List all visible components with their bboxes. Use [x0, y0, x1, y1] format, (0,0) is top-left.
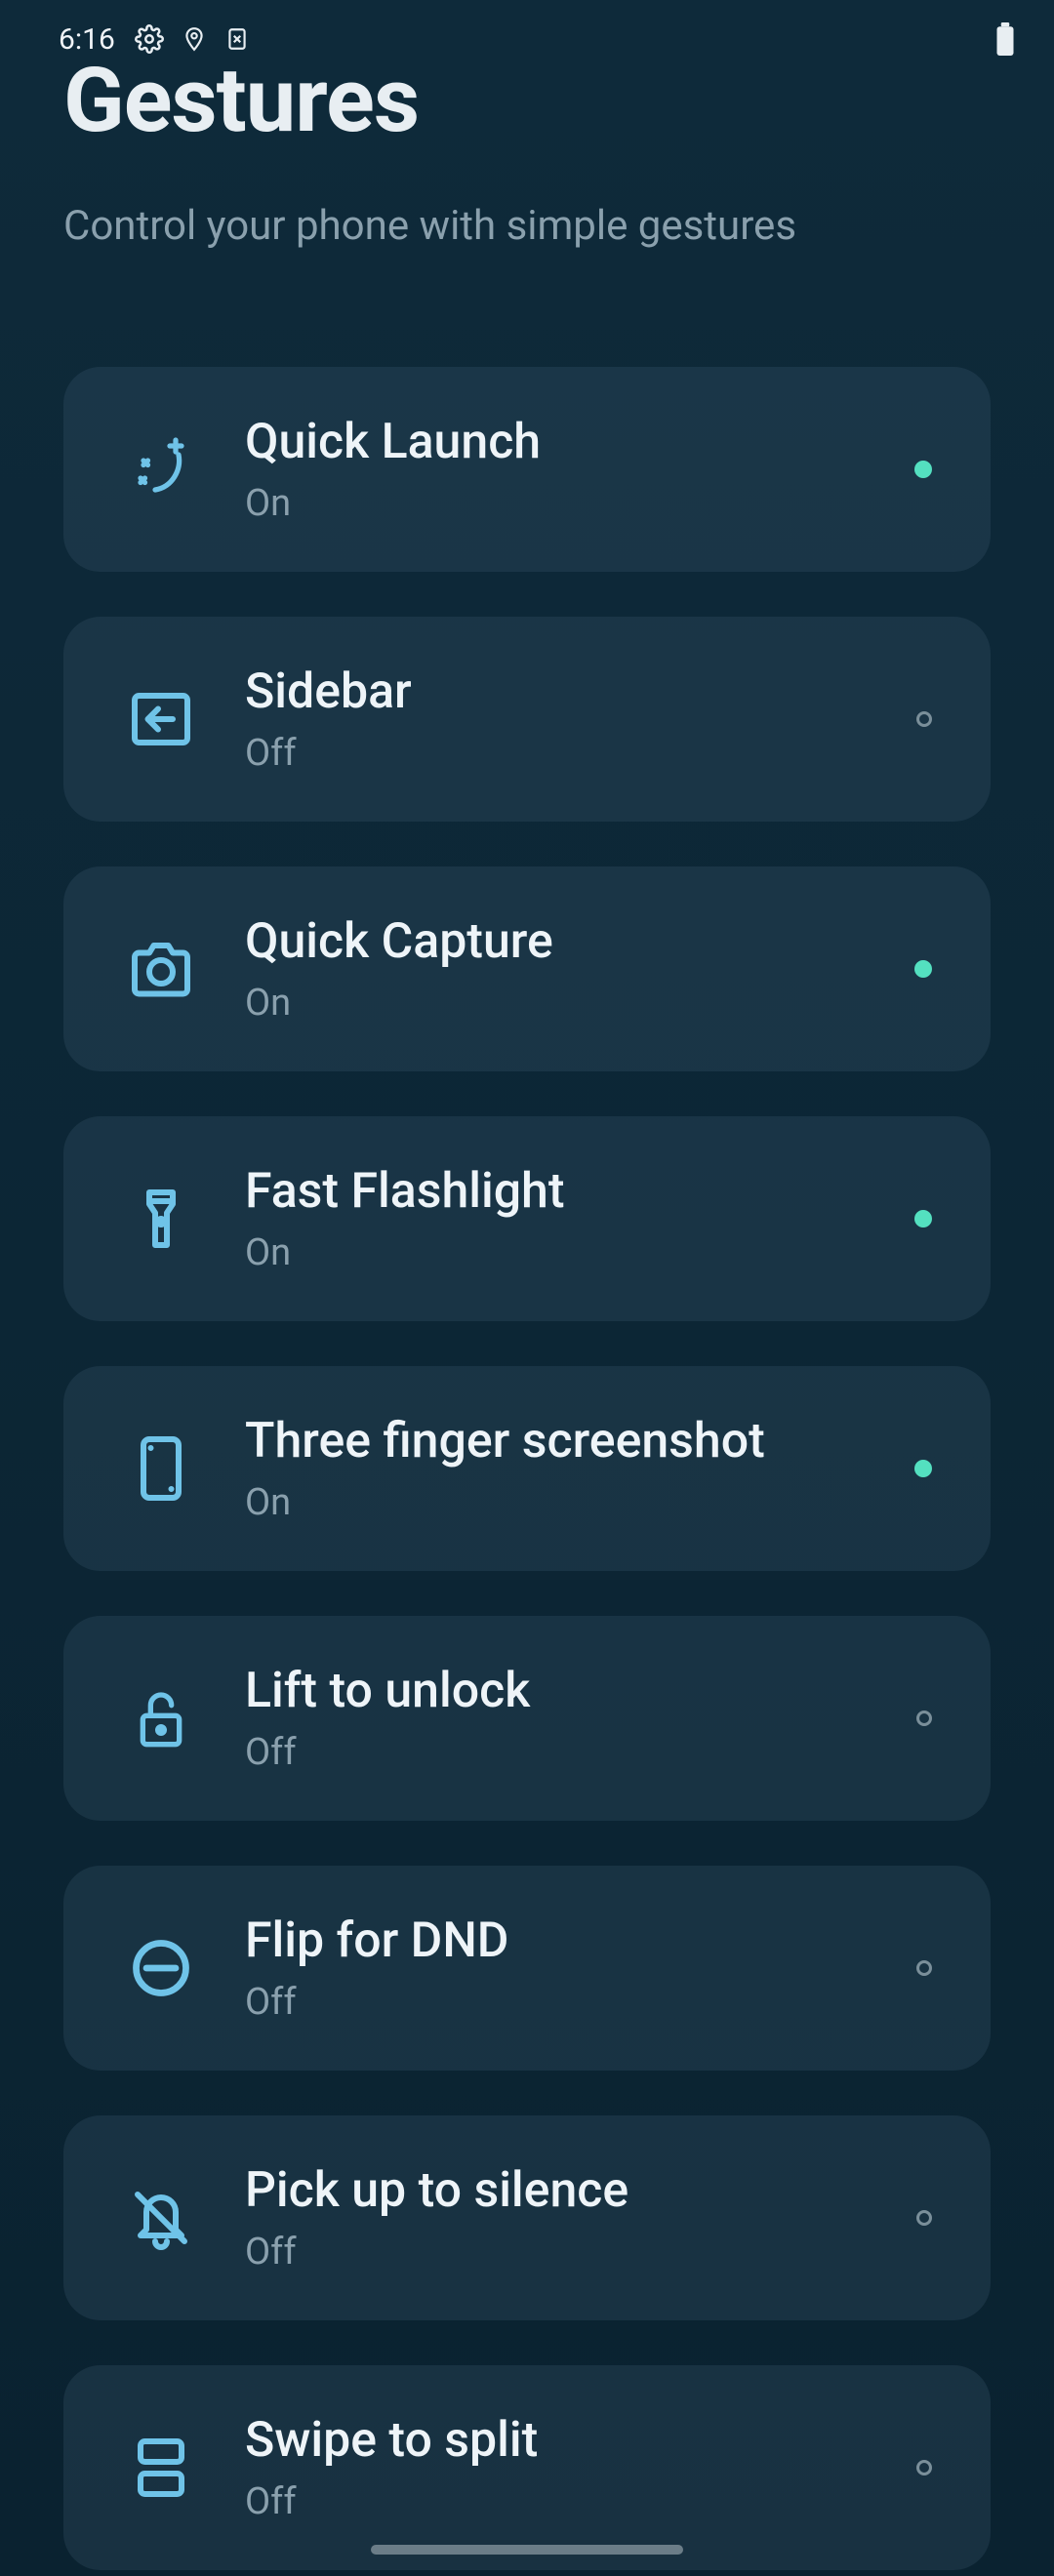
status-indicator: [916, 1711, 932, 1726]
sidebar-arrow-icon: [126, 684, 196, 754]
item-text: Quick Launch On: [245, 414, 866, 525]
item-title: Swipe to split: [245, 2412, 868, 2469]
item-status: Off: [245, 1731, 868, 1774]
item-status: Off: [245, 1981, 868, 2024]
status-indicator: [916, 2460, 932, 2475]
gesture-list: Quick Launch On Sidebar Off: [63, 367, 991, 2570]
item-text: Sidebar Off: [245, 664, 868, 775]
item-title: Pick up to silence: [245, 2162, 868, 2219]
item-title: Lift to unlock: [245, 1663, 868, 1719]
item-lift-to-unlock[interactable]: Lift to unlock Off: [63, 1616, 991, 1821]
battery-icon: [995, 22, 1015, 56]
item-title: Three finger screenshot: [245, 1413, 866, 1469]
bell-off-icon: [126, 2183, 196, 2253]
item-title: Sidebar: [245, 664, 868, 720]
item-swipe-to-split[interactable]: Swipe to split Off: [63, 2365, 991, 2570]
card-icon: [224, 24, 250, 54]
item-title: Quick Capture: [245, 913, 866, 970]
status-left: 6:16: [59, 22, 250, 57]
nav-bar-handle[interactable]: [371, 2545, 683, 2555]
status-icons-left: [135, 24, 250, 54]
item-status: On: [245, 982, 866, 1025]
item-fast-flashlight[interactable]: Fast Flashlight On: [63, 1116, 991, 1321]
item-text: Flip for DND Off: [245, 1912, 868, 2024]
status-indicator: [916, 2210, 932, 2226]
item-flip-for-dnd[interactable]: Flip for DND Off: [63, 1866, 991, 2071]
status-indicator: [914, 1210, 932, 1228]
item-title: Fast Flashlight: [245, 1163, 866, 1220]
item-text: Fast Flashlight On: [245, 1163, 866, 1274]
status-indicator: [914, 1460, 932, 1477]
sparkle-moon-icon: [126, 434, 196, 504]
item-title: Quick Launch: [245, 414, 866, 470]
item-status: On: [245, 1231, 866, 1274]
location-icon: [182, 24, 207, 54]
item-status: On: [245, 1481, 866, 1524]
status-indicator: [916, 711, 932, 727]
item-text: Swipe to split Off: [245, 2412, 868, 2523]
status-bar: 6:16: [0, 0, 1054, 78]
flashlight-icon: [126, 1184, 196, 1254]
page-content: Gestures Control your phone with simple …: [0, 0, 1054, 2570]
item-status: On: [245, 482, 866, 525]
item-status: Off: [245, 2231, 868, 2274]
status-indicator: [916, 1960, 932, 1976]
item-text: Lift to unlock Off: [245, 1663, 868, 1774]
item-title: Flip for DND: [245, 1912, 868, 1969]
item-sidebar[interactable]: Sidebar Off: [63, 617, 991, 822]
status-time: 6:16: [59, 22, 115, 57]
item-status: Off: [245, 2480, 868, 2523]
page-subtitle: Control your phone with simple gestures: [63, 202, 991, 250]
split-icon: [126, 2433, 196, 2503]
gear-icon: [135, 24, 164, 54]
item-quick-launch[interactable]: Quick Launch On: [63, 367, 991, 572]
status-right: [995, 22, 1015, 56]
item-three-finger-screenshot[interactable]: Three finger screenshot On: [63, 1366, 991, 1571]
dnd-icon: [126, 1933, 196, 2003]
camera-icon: [126, 934, 196, 1004]
item-pick-up-to-silence[interactable]: Pick up to silence Off: [63, 2115, 991, 2320]
status-indicator: [914, 960, 932, 978]
phone-icon: [126, 1433, 196, 1504]
item-quick-capture[interactable]: Quick Capture On: [63, 866, 991, 1071]
item-status: Off: [245, 732, 868, 775]
item-text: Quick Capture On: [245, 913, 866, 1025]
item-text: Pick up to silence Off: [245, 2162, 868, 2274]
status-indicator: [914, 461, 932, 478]
item-text: Three finger screenshot On: [245, 1413, 866, 1524]
lock-icon: [126, 1683, 196, 1753]
